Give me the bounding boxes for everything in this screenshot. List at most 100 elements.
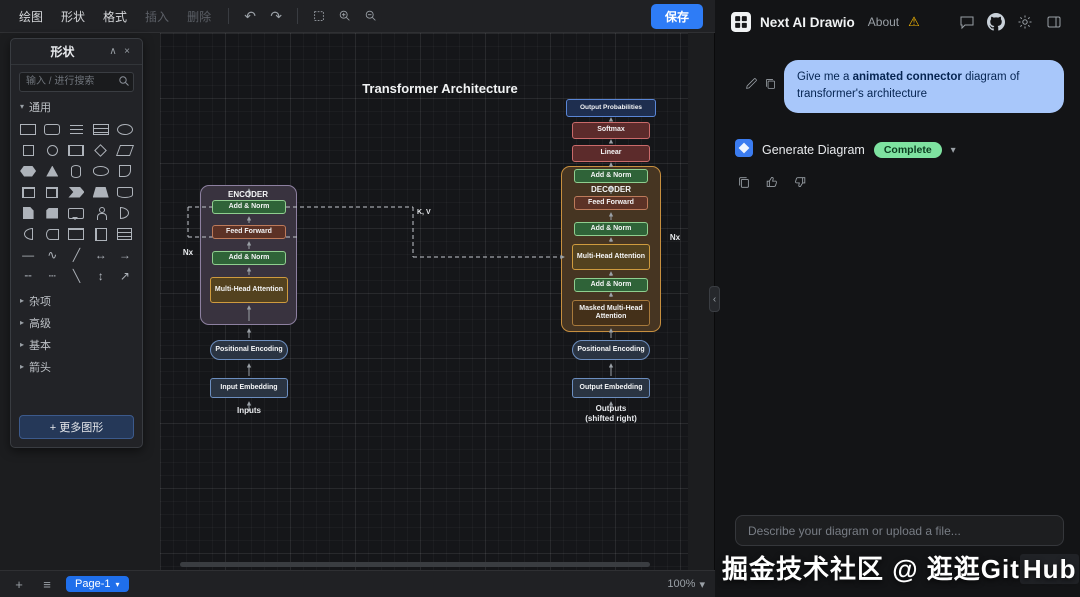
shape-curve[interactable]: ∿ xyxy=(40,245,64,266)
shape-bidirectional-arrow[interactable]: ↔ xyxy=(89,245,113,266)
horizontal-scrollbar[interactable] xyxy=(180,562,650,567)
shape-diagonal-line[interactable]: ╱ xyxy=(64,245,88,266)
node-feed-forward[interactable]: Feed Forward xyxy=(574,196,648,210)
node-multi-head-attention[interactable]: Multi-Head Attention xyxy=(572,244,650,270)
node-linear[interactable]: Linear xyxy=(572,145,650,162)
shape-diamond[interactable] xyxy=(89,140,113,161)
edit-message-icon[interactable] xyxy=(745,77,758,95)
feedback-icon[interactable] xyxy=(957,12,977,32)
shape-hexagon[interactable] xyxy=(16,161,40,182)
shape-rounded-rectangle[interactable] xyxy=(40,119,64,140)
node-softmax[interactable]: Softmax xyxy=(572,122,650,139)
redo-icon[interactable]: ↷ xyxy=(265,5,287,27)
shape-actor[interactable] xyxy=(89,203,113,224)
shape-or[interactable] xyxy=(113,203,137,224)
shape-dashed-line[interactable]: ╌ xyxy=(16,266,40,287)
more-shapes-button[interactable]: + 更多图形 xyxy=(19,415,134,439)
pages-list-icon[interactable]: ≡ xyxy=(38,577,56,592)
nx-label-right[interactable]: Nx xyxy=(665,233,685,243)
shape-note[interactable] xyxy=(16,203,40,224)
shape-callout[interactable] xyxy=(64,203,88,224)
generate-diagram-row[interactable]: Generate Diagram Complete ▾ xyxy=(735,138,1064,162)
zoom-in-icon[interactable] xyxy=(334,5,356,27)
diagram-canvas[interactable]: Transformer Architecture ENCODER DECODER… xyxy=(160,33,688,570)
inputs-label[interactable]: Inputs xyxy=(214,406,284,416)
shape-card[interactable] xyxy=(40,203,64,224)
node-add-norm[interactable]: Add & Norm xyxy=(574,169,648,183)
shape-vertical-arrow[interactable]: ↕ xyxy=(89,266,113,287)
node-feed-forward[interactable]: Feed Forward xyxy=(212,225,286,239)
shape-ellipse[interactable] xyxy=(113,119,137,140)
shape-diagonal-line-2[interactable]: ╲ xyxy=(64,266,88,287)
zoom-control[interactable]: 100% ▾ xyxy=(667,578,705,591)
shape-data-storage[interactable] xyxy=(40,224,64,245)
shape-vertical-container[interactable] xyxy=(89,224,113,245)
close-icon[interactable]: × xyxy=(120,46,134,57)
shape-cloud[interactable] xyxy=(89,161,113,182)
shape-arrow[interactable]: → xyxy=(113,245,137,266)
shape-triangle[interactable] xyxy=(40,161,64,182)
node-input-embedding[interactable]: Input Embedding xyxy=(210,378,288,398)
nx-label-left[interactable]: Nx xyxy=(178,248,198,258)
shape-process[interactable] xyxy=(64,140,88,161)
shapes-section[interactable]: ▸ 箭头 xyxy=(11,356,142,378)
shape-list-box[interactable] xyxy=(113,224,137,245)
minimize-icon[interactable]: ∧ xyxy=(106,46,120,57)
encoder-label[interactable]: ENCODER xyxy=(208,190,288,199)
shape-trapezoid[interactable] xyxy=(89,182,113,203)
diagram-title[interactable]: Transformer Architecture xyxy=(355,81,525,96)
copy-message-icon[interactable] xyxy=(764,77,777,95)
node-multi-head-attention[interactable]: Multi-Head Attention xyxy=(210,277,288,303)
shape-internal-storage[interactable] xyxy=(16,182,40,203)
shape-cube[interactable] xyxy=(40,182,64,203)
panel-collapse-handle[interactable]: ‹ xyxy=(709,286,720,312)
save-button[interactable]: 保存 xyxy=(650,3,703,29)
shape-line[interactable]: — xyxy=(16,245,40,266)
copy-response-icon[interactable] xyxy=(737,175,751,194)
node-add-norm[interactable]: Add & Norm xyxy=(212,200,286,214)
thumbs-down-icon[interactable] xyxy=(793,175,807,194)
menu-item[interactable]: 格式 xyxy=(96,5,134,28)
shape-and[interactable] xyxy=(16,224,40,245)
shapes-section[interactable]: ▸ 高级 xyxy=(11,312,142,334)
node-add-norm[interactable]: Add & Norm xyxy=(574,222,648,236)
shape-square[interactable] xyxy=(16,140,40,161)
shapes-section[interactable]: ▸ 基本 xyxy=(11,334,142,356)
section-general[interactable]: ▾ 通用 xyxy=(11,96,142,118)
node-masked-multi-head-attention[interactable]: Masked Multi-Head Attention xyxy=(572,300,650,326)
zoom-out-icon[interactable] xyxy=(360,5,382,27)
shape-search-input[interactable] xyxy=(19,71,134,92)
shape-container[interactable] xyxy=(64,224,88,245)
shape-circle[interactable] xyxy=(40,140,64,161)
chat-input[interactable] xyxy=(735,515,1064,546)
undo-icon[interactable]: ↶ xyxy=(239,5,261,27)
about-link[interactable]: About xyxy=(868,15,899,29)
thumbs-up-icon[interactable] xyxy=(765,175,779,194)
chevron-down-icon[interactable]: ▾ xyxy=(951,145,956,156)
outputs-label[interactable]: Outputs (shifted right) xyxy=(566,404,656,424)
node-add-norm[interactable]: Add & Norm xyxy=(574,278,648,292)
shape-document[interactable] xyxy=(113,161,137,182)
shape-tape[interactable] xyxy=(113,182,137,203)
menu-item[interactable]: 绘图 xyxy=(12,5,50,28)
zoom-fit-icon[interactable] xyxy=(308,5,330,27)
settings-gear-icon[interactable] xyxy=(1015,12,1035,32)
shape-text[interactable] xyxy=(64,119,88,140)
shape-cylinder[interactable] xyxy=(64,161,88,182)
node-add-norm[interactable]: Add & Norm xyxy=(212,251,286,265)
shape-dotted-line[interactable]: ┄ xyxy=(40,266,64,287)
kv-edge-label[interactable]: K, V xyxy=(417,209,441,218)
page-tab[interactable]: Page-1 ▾ xyxy=(66,576,129,592)
shape-diagonal-arrow[interactable]: ↗ xyxy=(113,266,137,287)
shape-rectangle[interactable] xyxy=(16,119,40,140)
menu-item[interactable]: 形状 xyxy=(54,5,92,28)
node-positional-encoding[interactable]: Positional Encoding xyxy=(210,340,288,360)
warning-icon[interactable]: ⚠ xyxy=(908,14,920,30)
github-icon[interactable] xyxy=(986,12,1006,32)
node-output-probabilities[interactable]: Output Probabilities xyxy=(566,99,656,117)
node-output-embedding[interactable]: Output Embedding xyxy=(572,378,650,398)
panel-toggle-icon[interactable] xyxy=(1044,12,1064,32)
add-page-icon[interactable]: + xyxy=(10,577,28,592)
node-positional-encoding[interactable]: Positional Encoding xyxy=(572,340,650,360)
shapes-section[interactable]: ▸ 杂项 xyxy=(11,290,142,312)
